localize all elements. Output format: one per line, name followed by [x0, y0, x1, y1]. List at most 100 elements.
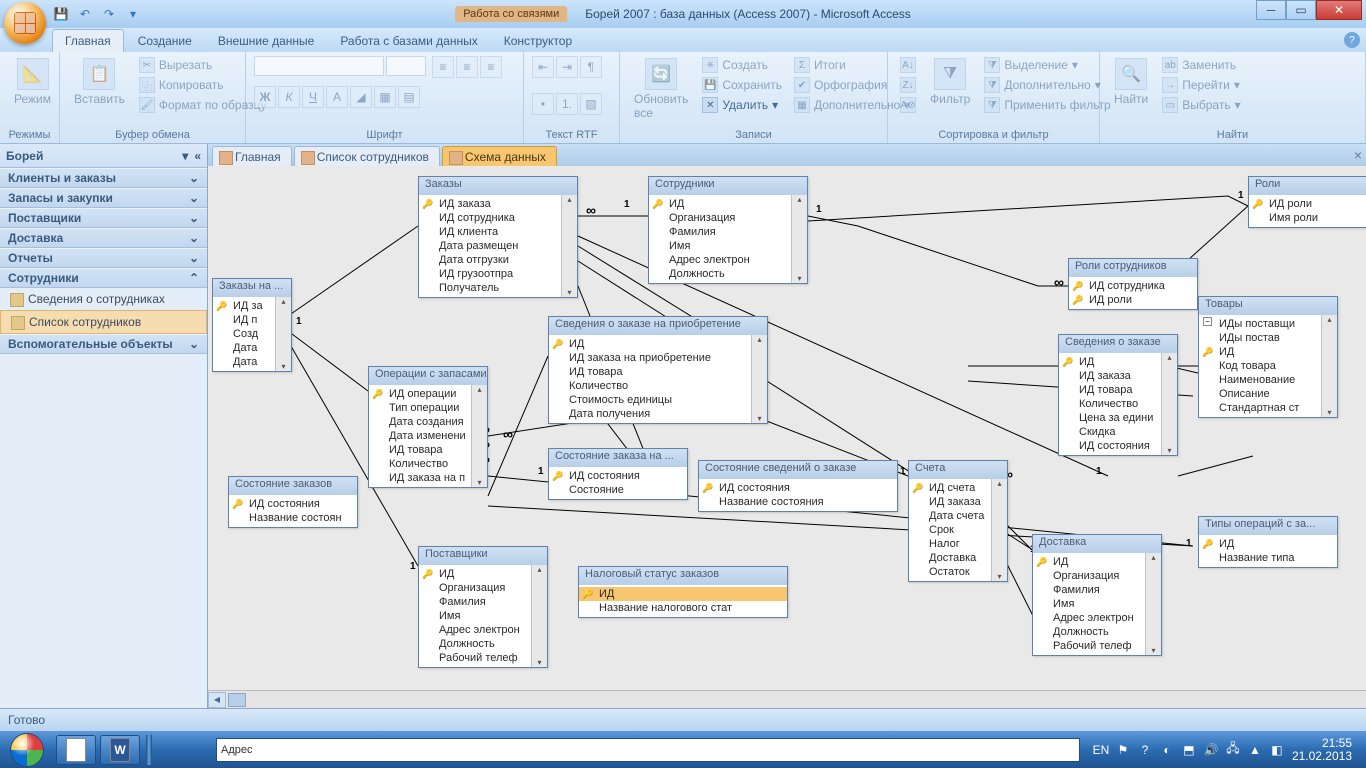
table-field[interactable]: ИД состояния	[229, 497, 357, 511]
table-field[interactable]: ИД сотрудника	[419, 211, 577, 225]
table-purchase_orders[interactable]: Заказы на ...ИД заИД пСоздДатаДата	[212, 278, 292, 372]
selection-filter-button[interactable]: ⧩Выделение ▾	[980, 56, 1114, 74]
clock[interactable]: 21:5521.02.2013	[1292, 737, 1358, 763]
table-field[interactable]: ИД роли	[1069, 293, 1197, 307]
maximize-button[interactable]: ▭	[1286, 0, 1316, 20]
ribbon-tab-home[interactable]: Главная	[52, 29, 124, 52]
sort-desc-button[interactable]: Z↓	[896, 76, 920, 94]
navgroup-header[interactable]: Вспомогательные объекты⌄	[0, 334, 207, 354]
table-field[interactable]: Тип операции	[369, 401, 487, 415]
table-title[interactable]: Состояние сведений о заказе	[699, 461, 897, 479]
doctab-home[interactable]: Главная	[212, 146, 292, 166]
bold-icon[interactable]: Ж	[254, 86, 276, 108]
table-field[interactable]: Рабочий телеф	[419, 651, 547, 665]
table-invoices[interactable]: СчетаИД счетаИД заказаДата счетаСрокНало…	[908, 460, 1008, 582]
table-field[interactable]: Дата получения	[549, 407, 767, 421]
tray-icon-3[interactable]: ▲	[1248, 743, 1262, 757]
font-size-combo[interactable]	[386, 56, 426, 76]
table-field[interactable]: Количество	[549, 379, 767, 393]
align-center-icon[interactable]: ≡	[456, 56, 478, 78]
table-field[interactable]: Должность	[419, 637, 547, 651]
nav-item[interactable]: Список сотрудников	[0, 310, 207, 334]
table-field[interactable]: ИД	[1199, 345, 1337, 359]
table-field[interactable]: Организация	[419, 581, 547, 595]
italic-icon[interactable]: К	[278, 86, 300, 108]
highlight-icon[interactable]: ▨	[580, 93, 602, 115]
scroll-thumb[interactable]	[228, 693, 246, 707]
table-title[interactable]: Сотрудники	[649, 177, 807, 195]
table-title[interactable]: Заказы	[419, 177, 577, 195]
table-field[interactable]: Организация	[649, 211, 807, 225]
table-field[interactable]: Название налогового стат	[579, 601, 787, 615]
action-center-icon[interactable]: ⚑	[1116, 743, 1130, 757]
address-toolbar[interactable]: Адрес	[216, 738, 1080, 762]
table-field[interactable]: ИД товара	[369, 443, 487, 457]
close-button[interactable]: ✕	[1316, 0, 1362, 20]
table-field[interactable]: ИД роли	[1249, 197, 1366, 211]
alt-row-icon[interactable]: ▤	[398, 86, 420, 108]
table-order_status[interactable]: Состояние заказовИД состоянияНазвание со…	[228, 476, 358, 528]
table-field[interactable]: Имя роли	[1249, 211, 1366, 225]
table-field[interactable]: ИД	[549, 337, 767, 351]
table-field[interactable]: Адрес электрон	[419, 623, 547, 637]
table-title[interactable]: Счета	[909, 461, 1007, 479]
table-field[interactable]: ИД товара	[1059, 383, 1177, 397]
table-title[interactable]: Роли сотрудников	[1069, 259, 1197, 277]
close-tab-icon[interactable]: ×	[1354, 147, 1362, 163]
table-field[interactable]: ИД грузоотпра	[419, 267, 577, 281]
table-scrollbar[interactable]	[991, 479, 1007, 581]
table-field[interactable]: ИД	[1199, 537, 1337, 551]
table-title[interactable]: Налоговый статус заказов	[579, 567, 787, 585]
table-field[interactable]: ИД	[649, 197, 807, 211]
table-field[interactable]: Фамилия	[419, 595, 547, 609]
table-title[interactable]: Доставка	[1033, 535, 1161, 553]
table-field[interactable]: Должность	[649, 267, 807, 281]
table-field[interactable]: Дата изменени	[369, 429, 487, 443]
ribbon-tab-external[interactable]: Внешние данные	[206, 30, 327, 52]
table-tax_status[interactable]: Налоговый статус заказов ИДНазвание налог…	[578, 566, 788, 618]
table-field[interactable]: ИД товара	[549, 365, 767, 379]
table-field[interactable]: ИД	[579, 587, 787, 601]
table-order_details[interactable]: Сведения о заказеИДИД заказаИД товараКол…	[1058, 334, 1178, 456]
redo-icon[interactable]: ↷	[100, 5, 118, 23]
table-od_status[interactable]: Состояние сведений о заказеИД состоянияН…	[698, 460, 898, 512]
table-scrollbar[interactable]	[471, 385, 487, 487]
scroll-left-icon[interactable]: ◀	[208, 692, 226, 708]
table-title[interactable]: Состояние заказа на ...	[549, 449, 687, 467]
table-field[interactable]: Рабочий телеф	[1033, 639, 1161, 653]
table-field[interactable]: Стоимость единицы	[549, 393, 767, 407]
start-button[interactable]	[0, 731, 54, 768]
table-field[interactable]: Дата размещен	[419, 239, 577, 253]
table-scrollbar[interactable]	[751, 335, 767, 423]
navgroup-header[interactable]: Поставщики⌄	[0, 208, 207, 228]
replace-button[interactable]: abЗаменить	[1158, 56, 1244, 74]
help-tray-icon[interactable]: ?	[1138, 743, 1152, 757]
clear-sort-button[interactable]: A⊘	[896, 96, 920, 114]
table-orders[interactable]: ЗаказыИД заказаИД сотрудникаИД клиентаДа…	[418, 176, 578, 298]
help-icon[interactable]: ?	[1344, 32, 1360, 48]
table-title[interactable]: Типы операций с за...	[1199, 517, 1337, 535]
delete-record-button[interactable]: ✕Удалить ▾	[698, 96, 786, 114]
table-field[interactable]: ИД	[1059, 355, 1177, 369]
table-scrollbar[interactable]	[275, 297, 291, 371]
table-roles[interactable]: РолиИД ролиИмя роли	[1248, 176, 1366, 228]
align-right-icon[interactable]: ≡	[480, 56, 502, 78]
network-icon[interactable]: 🖧	[1226, 743, 1240, 757]
view-button[interactable]: 📐Режим	[8, 56, 57, 108]
save-record-button[interactable]: 💾Сохранить	[698, 76, 786, 94]
table-field[interactable]: Название состояния	[699, 495, 897, 509]
table-scrollbar[interactable]	[1145, 553, 1161, 655]
table-field[interactable]: ИД заказа на п	[369, 471, 487, 485]
table-field[interactable]: ИД операции	[369, 387, 487, 401]
table-field[interactable]: Количество	[1059, 397, 1177, 411]
table-field[interactable]: ИД заказа на приобретение	[549, 351, 767, 365]
table-shippers[interactable]: ДоставкаИДОрганизацияФамилияИмяАдрес эле…	[1032, 534, 1162, 656]
table-scrollbar[interactable]	[791, 195, 807, 283]
table-po_details[interactable]: Сведения о заказе на приобретение ИДИД за…	[548, 316, 768, 424]
table-title[interactable]: Сведения о заказе на приобретение	[549, 317, 767, 335]
navgroup-header[interactable]: Запасы и закупки⌄	[0, 188, 207, 208]
table-field[interactable]: Название типа	[1199, 551, 1337, 565]
save-icon[interactable]: 💾	[52, 5, 70, 23]
ribbon-tab-dbtools[interactable]: Работа с базами данных	[328, 30, 489, 52]
refresh-all-button[interactable]: 🔄Обновить все	[628, 56, 694, 122]
